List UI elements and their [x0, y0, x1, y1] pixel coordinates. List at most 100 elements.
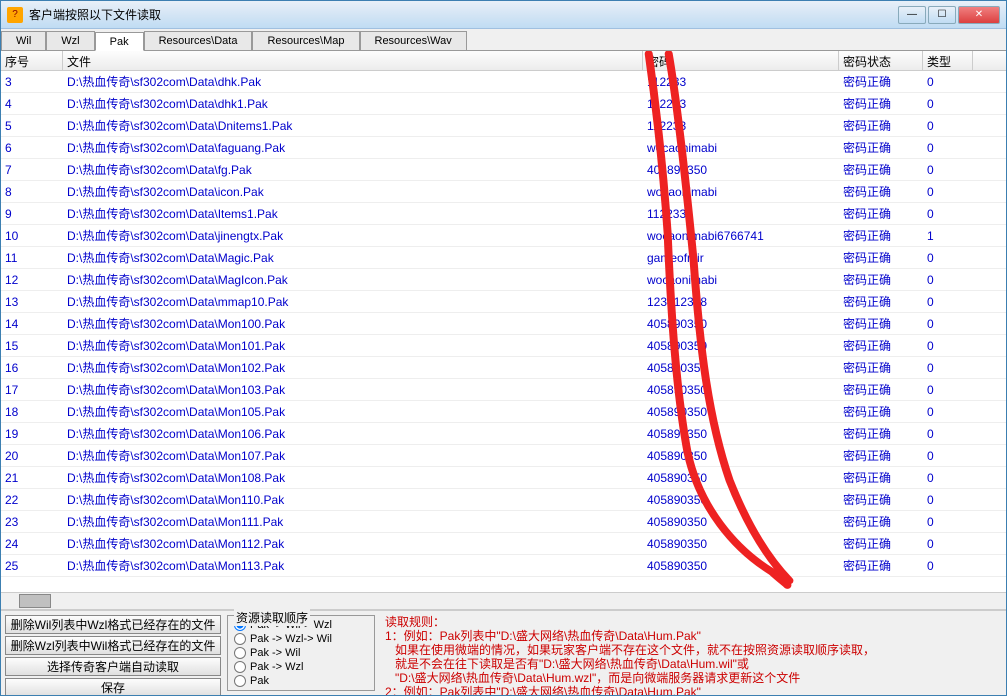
- table-row[interactable]: 3D:\热血传奇\sf302com\Data\dhk.Pak112233密码正确…: [1, 71, 1006, 93]
- table-row[interactable]: 6D:\热血传奇\sf302com\Data\faguang.Pakwocaon…: [1, 137, 1006, 159]
- cell-pwd: 405890350: [643, 447, 839, 465]
- table-row[interactable]: 24D:\热血传奇\sf302com\Data\Mon112.Pak405890…: [1, 533, 1006, 555]
- tab-wzl[interactable]: Wzl: [46, 31, 94, 50]
- table-row[interactable]: 20D:\热血传奇\sf302com\Data\Mon107.Pak405890…: [1, 445, 1006, 467]
- col-seq-header[interactable]: 序号: [1, 51, 63, 70]
- table-row[interactable]: 7D:\热血传奇\sf302com\Data\fg.Pak405890350密码…: [1, 159, 1006, 181]
- cell-type: 0: [923, 139, 973, 157]
- tabs: WilWzlPakResources\DataResources\MapReso…: [1, 29, 1006, 51]
- radio-label: Pak: [250, 675, 269, 687]
- radio-input[interactable]: [234, 661, 246, 673]
- table-row[interactable]: 25D:\热血传奇\sf302com\Data\Mon113.Pak405890…: [1, 555, 1006, 577]
- tab-wil[interactable]: Wil: [1, 31, 46, 50]
- cell-file: D:\热血传奇\sf302com\Data\dhk1.Pak: [63, 93, 643, 114]
- cell-type: 0: [923, 161, 973, 179]
- cell-file: D:\热血传奇\sf302com\Data\jinengtx.Pak: [63, 225, 643, 246]
- cell-pwd: 405890350: [643, 425, 839, 443]
- cell-status: 密码正确: [839, 291, 923, 312]
- content-area: 序号 文件 密码 密码状态 类型 3D:\热血传奇\sf302com\Data\…: [1, 51, 1006, 695]
- table-row[interactable]: 4D:\热血传奇\sf302com\Data\dhk1.Pak112233密码正…: [1, 93, 1006, 115]
- cell-file: D:\热血传奇\sf302com\Data\Items1.Pak: [63, 203, 643, 224]
- table-row[interactable]: 17D:\热血传奇\sf302com\Data\Mon103.Pak405890…: [1, 379, 1006, 401]
- table-body[interactable]: 3D:\热血传奇\sf302com\Data\dhk.Pak112233密码正确…: [1, 71, 1006, 592]
- cell-file: D:\热血传奇\sf302com\Data\Mon101.Pak: [63, 335, 643, 356]
- table-row[interactable]: 5D:\热血传奇\sf302com\Data\Dnitems1.Pak11223…: [1, 115, 1006, 137]
- minimize-button[interactable]: —: [898, 6, 926, 24]
- table-row[interactable]: 14D:\热血传奇\sf302com\Data\Mon100.Pak405890…: [1, 313, 1006, 335]
- table-row[interactable]: 12D:\热血传奇\sf302com\Data\MagIcon.Pakwocao…: [1, 269, 1006, 291]
- table-row[interactable]: 15D:\热血传奇\sf302com\Data\Mon101.Pak405890…: [1, 335, 1006, 357]
- cell-pwd: 112233: [643, 95, 839, 113]
- table-row[interactable]: 10D:\热血传奇\sf302com\Data\jinengtx.Pakwoca…: [1, 225, 1006, 247]
- titlebar-text: 客户端按照以下文件读取: [29, 6, 898, 23]
- cell-seq: 8: [1, 183, 63, 201]
- table-row[interactable]: 22D:\热血传奇\sf302com\Data\Mon110.Pak405890…: [1, 489, 1006, 511]
- radio-input[interactable]: [234, 647, 246, 659]
- table-row[interactable]: 23D:\热血传奇\sf302com\Data\Mon111.Pak405890…: [1, 511, 1006, 533]
- app-window: ? 客户端按照以下文件读取 — ☐ ✕ WilWzlPakResources\D…: [0, 0, 1007, 696]
- col-type-header[interactable]: 类型: [923, 51, 973, 70]
- cell-status: 密码正确: [839, 489, 923, 510]
- cell-seq: 21: [1, 469, 63, 487]
- horizontal-scrollbar[interactable]: [1, 592, 1006, 609]
- cell-status: 密码正确: [839, 115, 923, 136]
- table-wrap: 序号 文件 密码 密码状态 类型 3D:\热血传奇\sf302com\Data\…: [1, 51, 1006, 610]
- table-row[interactable]: 8D:\热血传奇\sf302com\Data\icon.Pakwocaonima…: [1, 181, 1006, 203]
- cell-seq: 20: [1, 447, 63, 465]
- cell-file: D:\热血传奇\sf302com\Data\Magic.Pak: [63, 247, 643, 268]
- cell-pwd: 112233: [643, 73, 839, 91]
- cell-type: 0: [923, 117, 973, 135]
- cell-pwd: 405890350: [643, 315, 839, 333]
- delete-wil-button[interactable]: 删除Wil列表中Wzl格式已经存在的文件: [5, 615, 221, 634]
- table-row[interactable]: 11D:\热血传奇\sf302com\Data\Magic.Pakgameofm…: [1, 247, 1006, 269]
- radio-option[interactable]: Pak: [234, 674, 368, 688]
- maximize-button[interactable]: ☐: [928, 6, 956, 24]
- select-client-button[interactable]: 选择传奇客户端自动读取: [5, 657, 221, 676]
- titlebar[interactable]: ? 客户端按照以下文件读取 — ☐ ✕: [1, 1, 1006, 29]
- rules-line: "D:\盛大网络\热血传奇\Data\Hum.wzl"，而是向微端服务器请求更新…: [385, 671, 998, 685]
- cell-pwd: 405890350: [643, 513, 839, 531]
- table-row[interactable]: 16D:\热血传奇\sf302com\Data\Mon102.Pak405890…: [1, 357, 1006, 379]
- cell-seq: 3: [1, 73, 63, 91]
- col-status-header[interactable]: 密码状态: [839, 51, 923, 70]
- cell-status: 密码正确: [839, 93, 923, 114]
- cell-pwd: 405890350: [643, 161, 839, 179]
- cell-pwd: 405890350: [643, 469, 839, 487]
- table-row[interactable]: 13D:\热血传奇\sf302com\Data\mmap10.Pak123412…: [1, 291, 1006, 313]
- cell-seq: 22: [1, 491, 63, 509]
- table-row[interactable]: 18D:\热血传奇\sf302com\Data\Mon105.Pak405890…: [1, 401, 1006, 423]
- cell-pwd: 405890350: [643, 557, 839, 575]
- radio-option[interactable]: Pak -> Wzl-> Wil: [234, 632, 368, 646]
- tab-resources-wav[interactable]: Resources\Wav: [360, 31, 467, 50]
- cell-type: 0: [923, 469, 973, 487]
- rules-line: 2：例如：Pak列表中"D:\盛大网络\热血传奇\Data\Hum.Pak": [385, 685, 998, 695]
- tab-resources-map[interactable]: Resources\Map: [252, 31, 359, 50]
- tab-pak[interactable]: Pak: [95, 32, 144, 51]
- cell-pwd: wocaonimabi6766741: [643, 227, 839, 245]
- cell-pwd: 112233: [643, 117, 839, 135]
- table-row[interactable]: 19D:\热血传奇\sf302com\Data\Mon106.Pak405890…: [1, 423, 1006, 445]
- cell-status: 密码正确: [839, 159, 923, 180]
- table-row[interactable]: 9D:\热血传奇\sf302com\Data\Items1.Pak112233密…: [1, 203, 1006, 225]
- cell-pwd: 405890350: [643, 359, 839, 377]
- cell-status: 密码正确: [839, 181, 923, 202]
- radio-option[interactable]: Pak -> Wzl: [234, 660, 368, 674]
- cell-status: 密码正确: [839, 555, 923, 576]
- cell-pwd: wocaonimabi: [643, 271, 839, 289]
- cell-seq: 17: [1, 381, 63, 399]
- radio-input[interactable]: [234, 633, 246, 645]
- delete-wzl-button[interactable]: 删除Wzl列表中Wil格式已经存在的文件: [5, 636, 221, 655]
- tab-resources-data[interactable]: Resources\Data: [144, 31, 253, 50]
- cell-file: D:\热血传奇\sf302com\Data\Mon113.Pak: [63, 555, 643, 576]
- col-file-header[interactable]: 文件: [63, 51, 643, 70]
- close-button[interactable]: ✕: [958, 6, 1000, 24]
- radio-option[interactable]: Pak -> Wil: [234, 646, 368, 660]
- scrollbar-thumb[interactable]: [19, 594, 51, 608]
- cell-type: 0: [923, 271, 973, 289]
- save-button[interactable]: 保存: [5, 678, 221, 695]
- col-pwd-header[interactable]: 密码: [643, 51, 839, 70]
- table-header: 序号 文件 密码 密码状态 类型: [1, 51, 1006, 71]
- cell-seq: 14: [1, 315, 63, 333]
- table-row[interactable]: 21D:\热血传奇\sf302com\Data\Mon108.Pak405890…: [1, 467, 1006, 489]
- radio-input[interactable]: [234, 675, 246, 687]
